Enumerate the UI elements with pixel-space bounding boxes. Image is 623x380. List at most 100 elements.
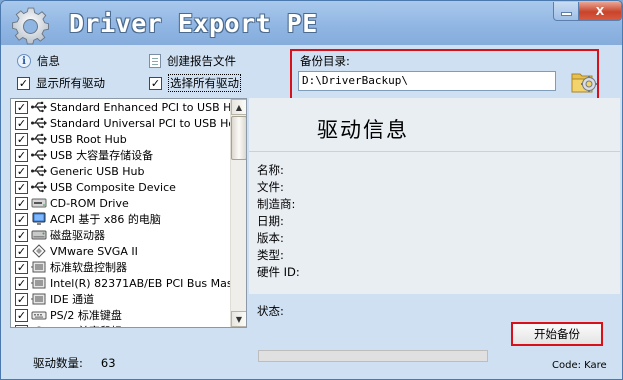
driver-row[interactable]: ✓ ACPI 基于 x86 的电脑 [11,211,231,227]
show-all-check[interactable]: ✓ [17,76,30,90]
driver-checkbox[interactable]: ✓ [15,180,28,194]
driver-checkbox[interactable]: ✓ [15,100,28,114]
driver-row[interactable]: ✓ Standard Universal PCI to USB Host C [11,115,246,131]
display-icon [31,244,47,258]
backup-directory-input[interactable]: D:\DriverBackup\ [298,71,556,91]
backup-directory-group: 备份目录: D:\DriverBackup\ [290,49,599,100]
driver-list-scrollbar[interactable]: ▲ ▼ [230,99,246,327]
driver-label: IDE 通道 [50,293,95,306]
usb-icon [31,132,47,146]
driver-row[interactable]: ✓ USB Composite Device [11,179,231,195]
driver-row[interactable]: ✓ USB 大容量存储设备 [11,147,231,163]
disk-icon [31,228,47,242]
driver-label: Standard Enhanced PCI to USB Host C [50,100,247,114]
start-backup-button[interactable]: 开始备份 [511,322,603,346]
driver-checkbox[interactable]: ✓ [15,228,28,242]
driver-checkbox[interactable]: ✓ [15,164,28,178]
driver-row[interactable]: ✓ USB Root Hub [11,131,231,147]
create-report-label: 创建报告文件 [167,54,236,68]
folder-browse-icon[interactable] [570,68,598,96]
driver-checkbox[interactable]: ✓ [15,116,28,130]
app-title: Driver Export PE [69,9,318,38]
driver-row[interactable]: ✓ VMware SVGA II [11,243,231,259]
driver-row[interactable]: ✓ 磁盘驱动器 [11,227,231,243]
driver-label: 磁盘驱动器 [50,229,105,242]
show-all-drivers-checkbox[interactable]: ✓ 显示所有驱动 [17,75,105,91]
driver-checkbox[interactable]: ✓ [15,276,28,290]
document-icon [149,54,161,68]
driver-count-label: 驱动数量: [33,356,83,370]
title-bar[interactable]: Driver Export PE X [1,1,622,45]
keyboard-icon [31,308,47,322]
field-date: 日期: [257,214,284,228]
close-button[interactable]: X [578,2,622,21]
driver-row[interactable]: ✓ Generic USB Hub [11,163,231,179]
driver-row[interactable]: ✓ Standard Enhanced PCI to USB Host C [11,99,246,115]
driver-label: PS/2 兼容鼠标 [50,323,122,327]
info-divider [249,151,620,152]
controller-icon [31,276,47,290]
driver-label: USB Root Hub [50,132,127,146]
select-all-label: 选择所有驱动 [168,74,241,92]
show-all-label: 显示所有驱动 [36,76,105,90]
controller-icon [31,260,47,274]
driver-rows: ✓ Standard Enhanced PCI to USB Host C ✓ Sta… [11,99,246,327]
usb-icon [31,100,47,114]
driver-count: 驱动数量: 63 [33,355,116,371]
driver-label: USB Composite Device [50,180,176,194]
gear-icon [12,7,49,45]
driver-checkbox[interactable]: ✓ [15,132,28,146]
status-label: 状态: [257,304,284,318]
create-report-option[interactable]: 创建报告文件 [149,53,236,69]
minimize-icon [561,13,571,15]
driver-info-panel: 驱动信息 名称: 文件: 制造商: 日期: 版本: 类型: 硬件 ID: [249,98,620,294]
driver-row[interactable]: ✓ PS/2 兼容鼠标 [11,323,231,327]
driver-label: Generic USB Hub [50,164,145,178]
select-all-drivers-checkbox[interactable]: ✓ 选择所有驱动 [149,74,241,92]
driver-row[interactable]: ✓ PS/2 标准键盘 [11,307,231,323]
driver-label: ACPI 基于 x86 的电脑 [50,213,161,226]
driver-label: PS/2 标准键盘 [50,309,122,322]
field-version: 版本: [257,231,284,245]
usb-icon [31,148,47,162]
driver-checkbox[interactable]: ✓ [15,308,28,322]
driver-label: 标准软盘控制器 [50,261,127,274]
close-icon: X [595,4,605,18]
controller-icon [31,292,47,306]
app-window: Driver Export PE X i 信息 创建报告文件 ✓ 显示所有驱动 … [0,0,623,380]
minimize-button[interactable] [553,2,579,21]
computer-icon [31,212,47,226]
driver-checkbox[interactable]: ✓ [15,292,28,306]
driver-checkbox[interactable]: ✓ [15,212,28,226]
driver-checkbox[interactable]: ✓ [15,196,28,210]
info-label: 信息 [37,54,60,68]
backup-directory-label: 备份目录: [300,54,350,68]
field-type: 类型: [257,248,284,262]
scroll-up-button[interactable]: ▲ [231,99,246,115]
select-all-check[interactable]: ✓ [149,76,162,90]
field-maker: 制造商: [257,197,296,211]
driver-checkbox[interactable]: ✓ [15,148,28,162]
driver-label: Standard Universal PCI to USB Host C [50,116,247,130]
usb-icon [31,180,47,194]
driver-label: USB 大容量存储设备 [50,149,154,162]
field-hardware-id: 硬件 ID: [257,265,300,279]
driver-info-title: 驱动信息 [317,118,409,142]
driver-checkbox[interactable]: ✓ [15,244,28,258]
driver-row[interactable]: ✓ CD-ROM Drive [11,195,231,211]
driver-label: CD-ROM Drive [50,196,129,210]
scroll-thumb[interactable] [231,116,246,160]
backup-progress-bar [258,350,488,362]
usb-icon [31,116,47,130]
driver-row[interactable]: ✓ IDE 通道 [11,291,231,307]
info-option[interactable]: i 信息 [17,53,60,69]
mouse-icon [31,324,47,327]
driver-checkbox[interactable]: ✓ [15,260,28,274]
driver-list[interactable]: ✓ Standard Enhanced PCI to USB Host C ✓ Sta… [10,98,247,328]
field-file: 文件: [257,180,284,194]
driver-row[interactable]: ✓ 标准软盘控制器 [11,259,231,275]
field-name: 名称: [257,163,284,177]
driver-row[interactable]: ✓ Intel(R) 82371AB/EB PCI Bus Master I [11,275,246,291]
scroll-down-button[interactable]: ▼ [231,311,246,327]
driver-checkbox[interactable]: ✓ [15,324,28,327]
